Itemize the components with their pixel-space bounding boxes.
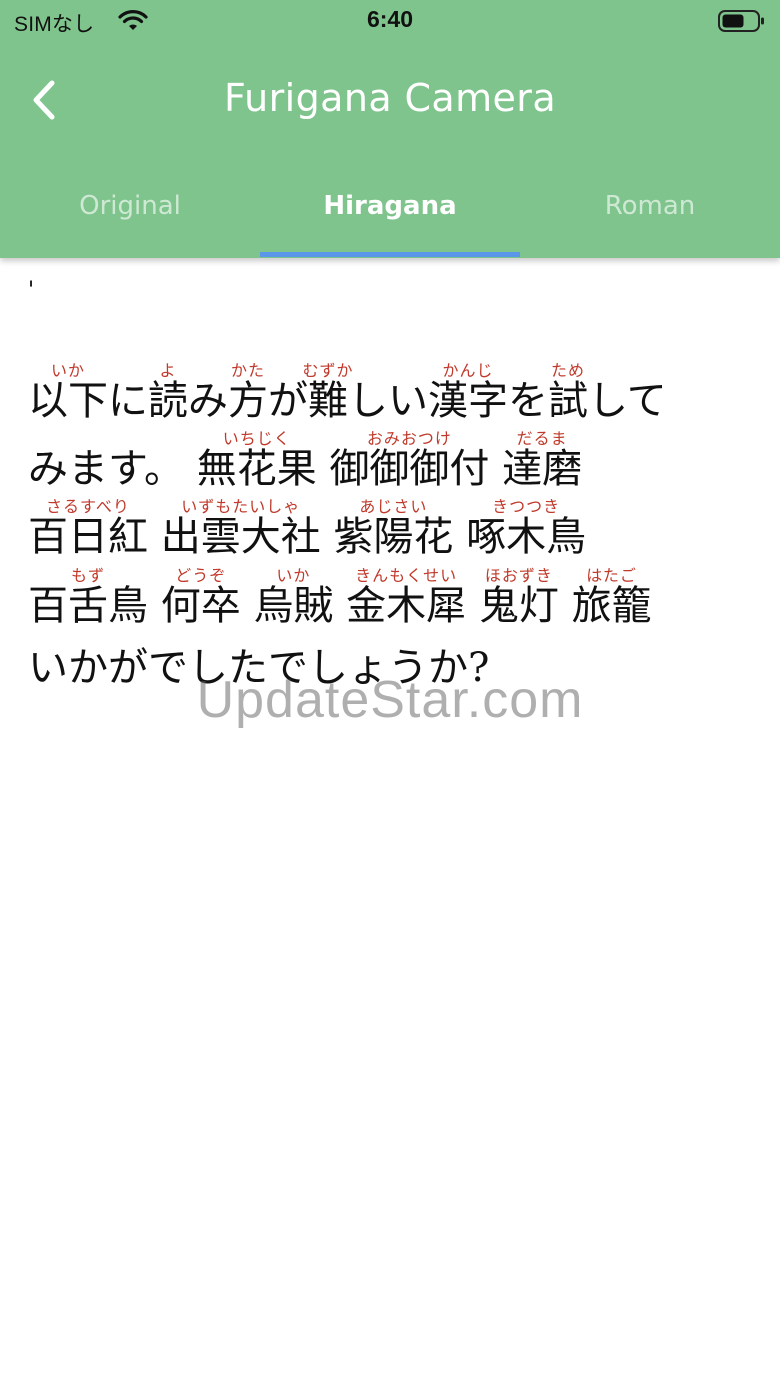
kana-text <box>466 583 479 629</box>
kana-text <box>453 514 466 560</box>
furigana-reading: ため <box>548 361 588 380</box>
battery-icon <box>718 10 764 32</box>
kana-text <box>559 583 572 629</box>
kanji-word: 鬼灯ほおずき <box>478 566 559 629</box>
kanji-word: 達磨だるま <box>502 429 583 492</box>
stray-mark: ' <box>28 278 35 303</box>
kanji-word: 以下いか <box>28 361 108 424</box>
kanji-word: 百舌鳥もず <box>28 566 148 629</box>
kana-text <box>148 514 161 560</box>
kanji-word: 烏賊いか <box>253 566 334 629</box>
kana-text: いかがでしたでしょうか? <box>28 645 490 691</box>
tab-original[interactable]: Original <box>0 168 260 252</box>
furigana-reading: もず <box>28 566 148 585</box>
tab-roman[interactable]: Roman <box>520 168 780 252</box>
tab-bar: Original Hiragana Roman <box>0 168 780 258</box>
kanji-word: 出雲大社いずもたいしゃ <box>160 497 321 560</box>
kanji-word: 百日紅さるすべり <box>28 497 148 560</box>
furigana-reading: いか <box>28 361 108 380</box>
kanji-word: 試ため <box>548 361 588 424</box>
furigana-reading: かんじ <box>428 361 508 380</box>
furigana-reading: ほおずき <box>478 566 559 585</box>
kanji-word: 旅籠はたご <box>571 566 652 629</box>
kana-text <box>321 514 334 560</box>
text-line-5: いかがでしたでしょうか? <box>28 635 489 693</box>
kanji-word: 何卒どうぞ <box>160 566 241 629</box>
furigana-reading: どうぞ <box>160 566 241 585</box>
furigana-reading: いちじく <box>196 429 317 448</box>
furigana-reading: あじさい <box>333 497 454 516</box>
furigana-reading: むずか <box>302 361 354 380</box>
tab-hiragana[interactable]: Hiragana <box>260 168 520 252</box>
kana-text <box>317 446 330 492</box>
furigana-reading: きつつき <box>466 497 587 516</box>
furigana-reading: はたご <box>571 566 652 585</box>
app-bar: SIMなし 6:40 Furigana Camera Original Hira… <box>0 0 780 258</box>
kana-text <box>241 583 254 629</box>
furigana-reading: さるすべり <box>28 497 148 516</box>
kanji-word: 啄木鳥きつつき <box>466 497 587 560</box>
kanji-word: 金木犀きんもくせい <box>346 566 467 629</box>
clock-time: 6:40 <box>366 6 414 32</box>
furigana-reading: おみおつけ <box>329 429 490 448</box>
text-line-2: みます。 無花果いちじく 御御御付おみおつけ 達磨だるま <box>28 429 582 494</box>
kana-text: が <box>268 378 308 424</box>
kana-text <box>148 583 161 629</box>
text-line-4: 百舌鳥もず 何卒どうぞ 烏賊いか 金木犀きんもくせい 鬼灯ほおずき 旅籠はたご <box>28 566 652 631</box>
status-bar: SIMなし 6:40 <box>0 0 780 44</box>
furigana-reading: だるま <box>502 429 583 448</box>
kanji-word: 紫陽花あじさい <box>333 497 454 560</box>
furigana-reading: きんもくせい <box>346 566 467 585</box>
kana-text: みます。 <box>28 446 197 492</box>
kana-text: み <box>188 378 228 424</box>
kana-text <box>489 446 502 492</box>
kana-text: を <box>508 378 548 424</box>
furigana-reading: いずもたいしゃ <box>160 497 321 516</box>
kanji-word: 難むずか <box>302 361 354 424</box>
furigana-reading: いか <box>253 566 334 585</box>
kana-text: に <box>108 378 148 424</box>
kana-text <box>333 583 346 629</box>
furigana-reading: よ <box>148 361 188 380</box>
active-tab-indicator <box>260 252 520 257</box>
page-title: Furigana Camera <box>223 76 557 120</box>
kanji-word: 方かた <box>228 361 268 424</box>
text-line-1: 以下いかに読よみ方かたが難むずかしい漢字かんじを試ためして <box>28 361 667 426</box>
text-line-3: 百日紅さるすべり 出雲大社いずもたいしゃ 紫陽花あじさい 啄木鳥きつつき <box>28 497 586 562</box>
furigana-reading: かた <box>228 361 268 380</box>
kana-text: して <box>588 378 667 424</box>
kana-text: しい <box>348 378 428 424</box>
kanji-word: 御御御付おみおつけ <box>329 429 490 492</box>
kanji-word: 漢字かんじ <box>428 361 508 424</box>
kanji-word: 無花果いちじく <box>196 429 317 492</box>
kanji-word: 読よ <box>148 361 188 424</box>
